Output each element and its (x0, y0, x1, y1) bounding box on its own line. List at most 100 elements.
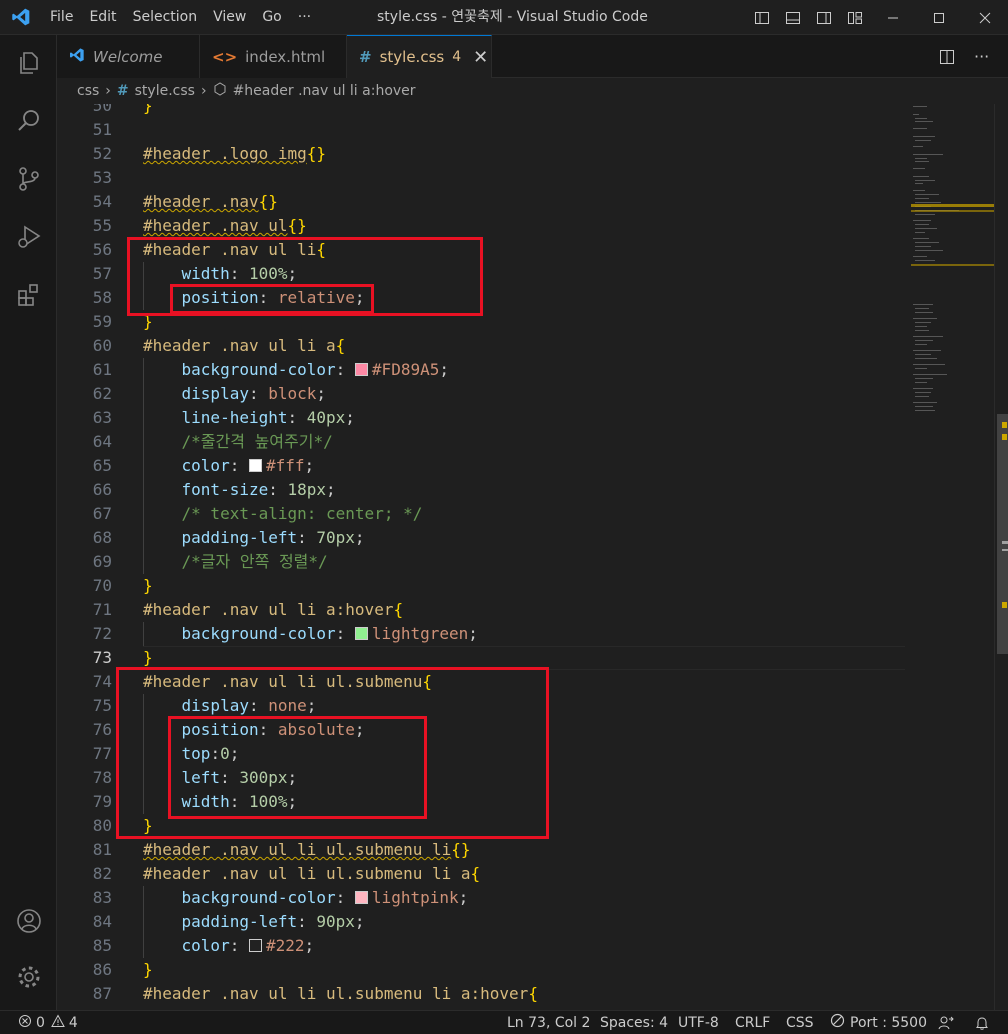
indentation-status[interactable]: Spaces: 4 (600, 1011, 668, 1034)
code-line[interactable]: 82 #header .nav ul li ul.submenu li a{ (57, 862, 905, 886)
color-swatch[interactable] (248, 459, 262, 472)
menu-go[interactable]: Go (254, 0, 289, 35)
search-icon[interactable] (0, 97, 57, 145)
code-editor[interactable]: 50} 51 52 #header .logo img{} 53 54 #header .n… (57, 104, 1008, 1010)
code-line[interactable]: 55 #header .nav ul{} (57, 214, 905, 238)
tab-welcome[interactable]: Welcome (57, 35, 200, 78)
code-token: #header .nav ul li a (143, 336, 336, 355)
code-line[interactable]: 71 #header .nav ul li a:hover{ (57, 598, 905, 622)
code-line[interactable]: 66 font-size: 18px; (57, 478, 905, 502)
code-line[interactable]: 65 color: #fff; (57, 454, 905, 478)
code-line[interactable]: 67 /* text-align: center; */ (57, 502, 905, 526)
title-bar: File Edit Selection View Go ··· style.cs… (0, 0, 1008, 35)
toggle-secondary-sidebar-icon[interactable] (808, 0, 839, 35)
code-text: } (143, 104, 153, 118)
code-token: : (268, 480, 288, 499)
encoding-status[interactable]: UTF-8 (678, 1011, 719, 1034)
toggle-primary-sidebar-icon[interactable] (746, 0, 777, 35)
color-swatch[interactable] (248, 939, 262, 952)
split-editor-icon[interactable] (939, 35, 955, 78)
line-number: 59 (92, 312, 112, 331)
code-line[interactable]: 87 #header .nav ul li ul.submenu li a:hov… (57, 982, 905, 1006)
code-line[interactable]: 53 (57, 166, 905, 190)
manage-gear-icon[interactable] (0, 953, 57, 1001)
menu-selection[interactable]: Selection (125, 0, 206, 35)
close-tab-icon[interactable]: ✕ (473, 47, 488, 68)
menu-edit[interactable]: Edit (81, 0, 124, 35)
live-server-status[interactable]: Port : 5500 (830, 1011, 927, 1034)
run-and-debug-icon[interactable] (0, 213, 57, 261)
code-line[interactable]: 50} (57, 104, 905, 118)
customize-layout-icon[interactable] (839, 0, 870, 35)
tab-label: Welcome (93, 47, 163, 66)
code-line[interactable]: 61 background-color: #FD89A5; (57, 358, 905, 382)
cursor-position[interactable]: Ln 73, Col 2 (507, 1011, 590, 1034)
line-number: 65 (92, 456, 112, 475)
toggle-panel-icon[interactable] (777, 0, 808, 35)
indent-guide (143, 886, 144, 958)
code-line[interactable]: 68 padding-left: 70px; (57, 526, 905, 550)
minimize-icon[interactable] (870, 0, 916, 35)
code-token: { (528, 984, 538, 1003)
code-line[interactable]: 81 #header .nav ul li ul.submenu li{} (57, 838, 905, 862)
code-text: #header .nav ul li ul.submenu li a:hover… (143, 982, 538, 1006)
code-token: ; (468, 624, 478, 643)
code-line[interactable]: 72 background-color: lightgreen; (57, 622, 905, 646)
maximize-icon[interactable] (916, 0, 962, 35)
notifications-bell-icon[interactable] (974, 1011, 990, 1034)
line-number: 80 (92, 816, 112, 835)
feedback-icon[interactable] (938, 1011, 954, 1034)
code-line[interactable]: 60 #header .nav ul li a{ (57, 334, 905, 358)
code-line[interactable]: 69 /*글자 안쪽 정렬*/ (57, 550, 905, 574)
code-line[interactable]: 64 /*줄간격 높여주기*/ (57, 430, 905, 454)
html-icon: <> (212, 47, 238, 66)
breadcrumb-symbol[interactable]: #header .nav ul li a:hover (233, 83, 416, 99)
menu-file[interactable]: File (42, 0, 81, 35)
tab-index-html[interactable]: <> index.html (200, 35, 347, 78)
code-line[interactable]: 52 #header .logo img{} (57, 142, 905, 166)
breadcrumb-folder[interactable]: css (77, 83, 99, 99)
color-swatch[interactable] (354, 627, 368, 640)
color-swatch[interactable] (354, 363, 368, 376)
code-token: background-color (181, 888, 336, 907)
language-mode[interactable]: CSS (786, 1011, 814, 1034)
code-line[interactable]: 62 display: block; (57, 382, 905, 406)
menu-view[interactable]: View (205, 0, 254, 35)
breadcrumb-file[interactable]: style.css (135, 83, 195, 99)
code-line[interactable]: 84 padding-left: 90px; (57, 910, 905, 934)
code-line[interactable]: 51 (57, 118, 905, 142)
code-line[interactable]: 86} (57, 958, 905, 982)
code-text: #header .logo img{} (143, 142, 326, 166)
minimap[interactable] (905, 104, 995, 1010)
window-title: style.css - 연꽃축제 - Visual Studio Code (377, 9, 648, 25)
more-actions-icon[interactable]: ··· (974, 35, 989, 78)
code-token: ; (458, 888, 469, 907)
problems-status[interactable]: 0 4 (18, 1011, 78, 1034)
color-swatch[interactable] (354, 891, 368, 904)
code-line[interactable]: 83 background-color: lightpink; (57, 886, 905, 910)
line-number: 70 (92, 576, 112, 595)
vertical-scrollbar[interactable] (994, 104, 1008, 1010)
code-line[interactable]: 85 color: #222; (57, 934, 905, 958)
line-number: 69 (92, 552, 112, 571)
code-line[interactable]: 63 line-height: 40px; (57, 406, 905, 430)
close-window-icon[interactable] (962, 0, 1008, 35)
code-token: background-color (181, 624, 336, 643)
code-line[interactable]: 70} (57, 574, 905, 598)
explorer-icon[interactable] (0, 39, 57, 87)
code-text: display: block; (143, 382, 327, 406)
accounts-icon[interactable] (0, 897, 57, 945)
extensions-icon[interactable] (0, 271, 57, 319)
source-control-icon[interactable] (0, 155, 57, 203)
code-line[interactable]: 54 #header .nav{} (57, 190, 905, 214)
eol-status[interactable]: CRLF (735, 1011, 770, 1034)
tab-label: index.html (245, 47, 326, 66)
tab-style-css[interactable]: # style.css 4 ✕ (347, 35, 492, 78)
line-number: 81 (92, 840, 112, 859)
menu-more[interactable]: ··· (290, 0, 319, 35)
line-number: 67 (92, 504, 112, 523)
